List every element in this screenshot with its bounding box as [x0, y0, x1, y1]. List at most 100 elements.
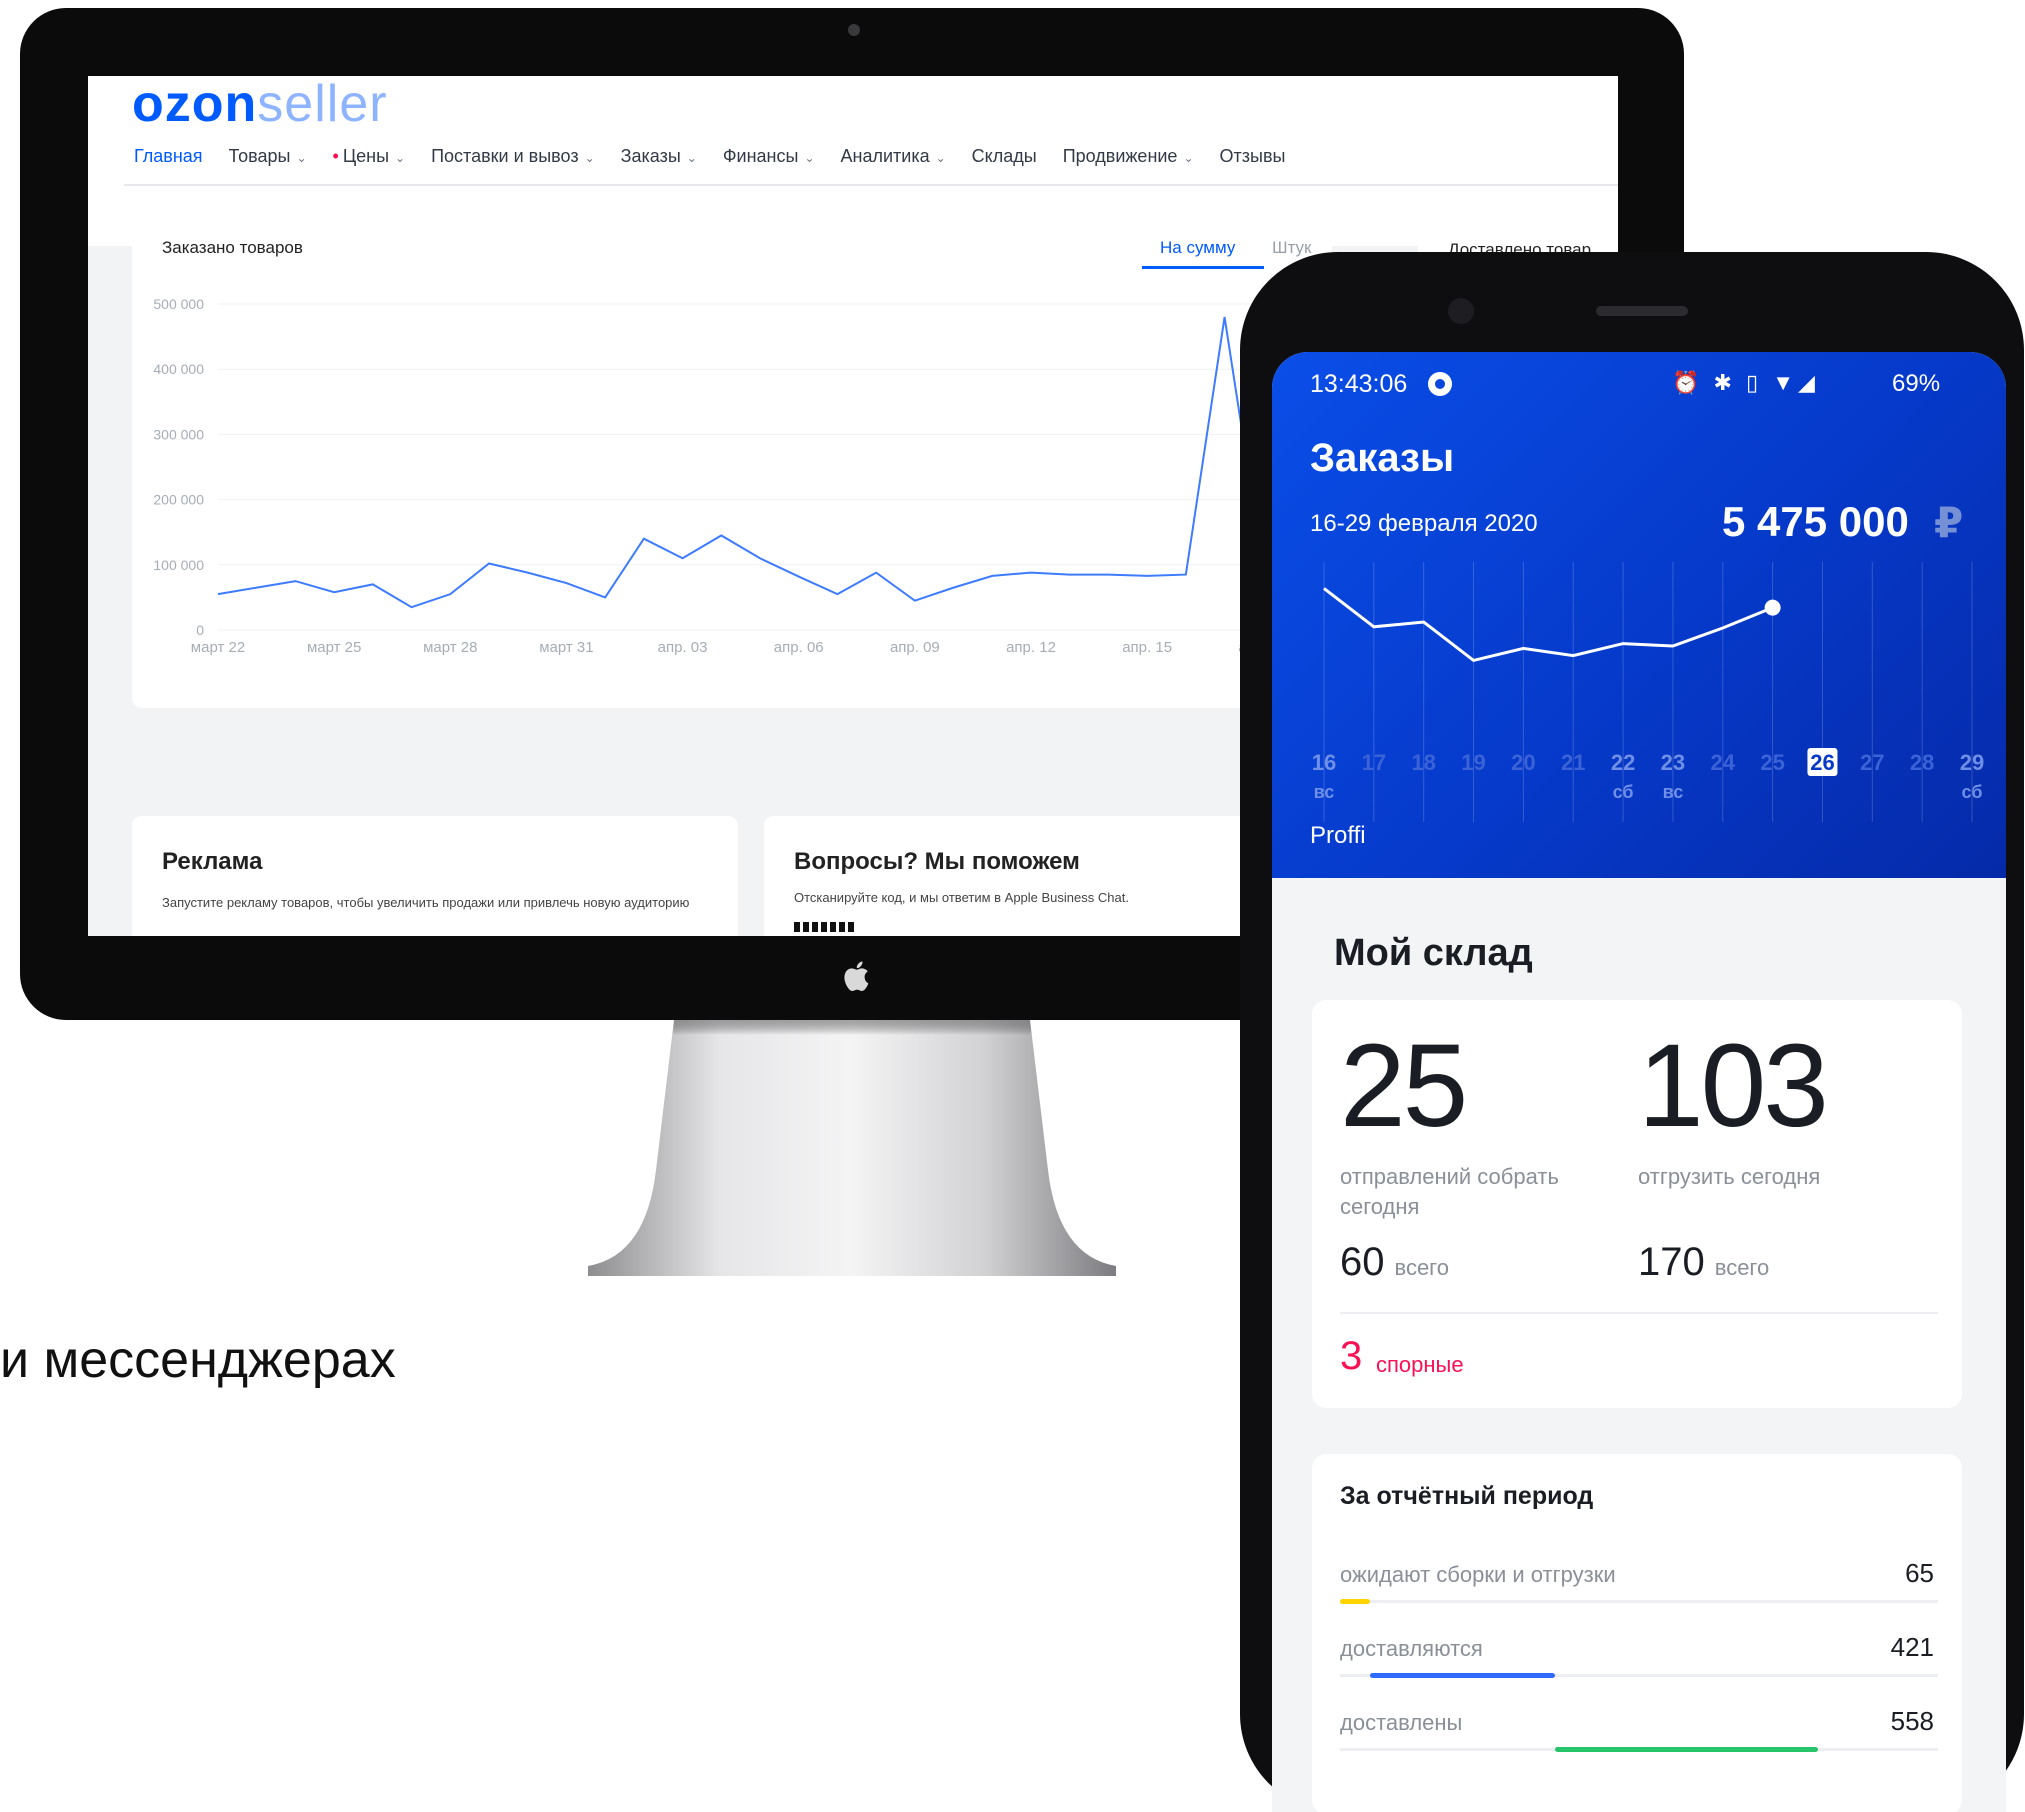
day-tick-label[interactable]: 19 [1461, 750, 1485, 775]
period-card: За отчётный период ожидают сборки и отгр… [1312, 1454, 1962, 1812]
nav-item[interactable]: Склады [972, 146, 1037, 167]
nav-item-label: Поставки и вывоз [431, 145, 579, 166]
day-tick-label[interactable]: 26 [1810, 750, 1834, 775]
ads-card[interactable]: Реклама Запустите рекламу товаров, чтобы… [132, 816, 738, 936]
period-row-bar [1555, 1747, 1819, 1752]
weekday-label: вс [1663, 782, 1684, 802]
period-row-label: доставлены [1340, 1710, 1463, 1735]
nav-item-label: Финансы [722, 145, 799, 166]
chevron-down-icon: ⌄ [584, 150, 595, 165]
to-collect-count: 25 [1340, 1020, 1468, 1152]
orders-mini-line [1323, 587, 1774, 663]
phone-front-camera [1448, 298, 1474, 324]
day-tick-label[interactable]: 18 [1411, 750, 1435, 775]
nav-item[interactable]: Финансы ⌄ [723, 146, 815, 167]
caption-text: и мессенджерах [0, 1331, 396, 1389]
y-tick-label: 400 000 [153, 361, 204, 377]
chevron-down-icon: ⌄ [935, 150, 946, 165]
x-tick-label: апр. 03 [658, 639, 708, 656]
period-row-bar [1369, 1673, 1556, 1678]
monitor-camera [848, 24, 860, 36]
nav-divider [124, 184, 1618, 186]
nav-item-label: Склады [971, 145, 1037, 166]
period-row-label: доставляются [1340, 1636, 1483, 1661]
help-description: Отсканируйте код, и мы ответим в Apple B… [794, 890, 1129, 905]
ads-description: Запустите рекламу товаров, чтобы увеличи… [162, 895, 690, 910]
qr-code-icon [794, 922, 854, 932]
weekday-label: сб [1962, 782, 1983, 802]
to-collect-label: отправлений собрать сегодня [1340, 1164, 1559, 1219]
period-row-value: 558 [1890, 1706, 1934, 1736]
phone-screen: 13:43:06 ⏰ ✱ ▯ ▼◢ 69% Заказы 16-29 февра… [1272, 352, 2006, 1812]
period-row-value: 65 [1905, 1558, 1934, 1588]
y-tick-label: 500 000 [153, 296, 204, 312]
y-tick-label: 0 [196, 622, 204, 638]
nav-item-label: Отзывы [1219, 145, 1286, 166]
help-title: Вопросы? Мы поможем [794, 848, 1080, 875]
nav-item-label: Главная [134, 145, 203, 166]
day-tick-label[interactable]: 23 [1661, 750, 1685, 775]
new-dot-icon: • [332, 145, 339, 166]
nav-item[interactable]: Отзывы [1220, 146, 1286, 167]
day-tick-label[interactable]: 21 [1561, 750, 1585, 775]
orders-line-chart: 500 000400 000300 000200 000100 0000март… [153, 296, 1303, 656]
day-tick-label[interactable]: 16 [1312, 750, 1336, 775]
day-tick-label[interactable]: 25 [1760, 750, 1784, 775]
orders-mini-chart[interactable]: 16 вс 17 18 19 20 21 22 сб 23 вс 24 25 26 27 28 29 сб [1272, 352, 2006, 878]
y-tick-label: 200 000 [153, 492, 204, 508]
nav-item-label: Цены [342, 145, 390, 166]
day-tick-label[interactable]: 22 [1611, 750, 1635, 775]
nav-item[interactable]: Продвижение ⌄ [1063, 146, 1194, 167]
nav-item-label: Аналитика [840, 145, 930, 166]
day-tick-label[interactable]: 24 [1711, 750, 1736, 775]
disputed-label[interactable]: спорные [1376, 1352, 1464, 1378]
nav-item[interactable]: Товары ⌄ [229, 146, 307, 167]
day-tick-label[interactable]: 28 [1910, 750, 1934, 775]
ads-title: Реклама [162, 848, 263, 875]
store-name[interactable]: Proffi [1310, 822, 1366, 850]
chevron-down-icon: ⌄ [804, 150, 815, 165]
nav-item[interactable]: Аналитика ⌄ [841, 146, 946, 167]
phone-frame: 13:43:06 ⏰ ✱ ▯ ▼◢ 69% Заказы 16-29 февра… [1240, 252, 2024, 1812]
monitor-stand [588, 1020, 1116, 1276]
orders-series-line[interactable] [217, 316, 1303, 609]
x-tick-label: апр. 06 [774, 639, 824, 656]
orders-header: 13:43:06 ⏰ ✱ ▯ ▼◢ 69% Заказы 16-29 февра… [1272, 352, 2006, 878]
nav-item[interactable]: • Цены ⌄ [333, 146, 406, 167]
orders-chart-card: Заказано товаров На сумму Штук 500 000 40… [132, 208, 1332, 708]
x-tick-label: март 25 [307, 639, 361, 656]
nav-item[interactable]: Поставки и вывоз ⌄ [431, 146, 595, 167]
weekday-label: вс [1314, 782, 1335, 802]
nav-item-label: Товары [228, 145, 291, 166]
y-tick-label: 100 000 [153, 557, 204, 573]
to-ship-label: отгрузить сегодня [1638, 1164, 1821, 1189]
stock-card: 25 103 отправлений собрать сегодня отгру… [1312, 1000, 1962, 1408]
day-tick-label[interactable]: 29 [1960, 750, 1984, 775]
stock-title: Мой склад [1334, 932, 1533, 974]
nav-item[interactable]: Главная [134, 146, 203, 167]
period-row-label: ожидают сборки и отгрузки [1340, 1562, 1616, 1587]
apple-logo-icon [844, 961, 869, 992]
x-tick-label: апр. 15 [1122, 639, 1172, 656]
chevron-down-icon: ⌄ [296, 150, 307, 165]
stock-divider [1340, 1312, 1938, 1314]
main-nav: Главная Товары ⌄ • Цены ⌄ Поставки и вывоз ⌄ Зак… [134, 138, 1311, 174]
ship-total: 170 всего [1638, 1240, 1770, 1284]
disputed-count[interactable]: 3 [1340, 1334, 1362, 1379]
collect-total: 60 всего [1340, 1240, 1449, 1284]
period-row-track [1340, 1600, 1938, 1603]
nav-item-label: Продвижение [1062, 145, 1178, 166]
period-title: За отчётный период [1340, 1482, 1594, 1510]
ozon-seller-logo[interactable]: ozonseller [132, 76, 388, 134]
x-tick-label: март 22 [191, 639, 245, 656]
weekday-label: сб [1613, 782, 1634, 802]
nav-item[interactable]: Заказы ⌄ [621, 146, 697, 167]
x-tick-label: апр. 09 [890, 639, 940, 656]
to-ship-count: 103 [1638, 1020, 1829, 1152]
x-tick-label: апр. 12 [1006, 639, 1056, 656]
day-tick-label[interactable]: 20 [1511, 750, 1535, 775]
current-point-marker[interactable] [1764, 599, 1781, 616]
day-tick-label[interactable]: 17 [1362, 750, 1386, 775]
x-tick-label: март 31 [539, 639, 593, 656]
day-tick-label[interactable]: 27 [1860, 750, 1884, 775]
